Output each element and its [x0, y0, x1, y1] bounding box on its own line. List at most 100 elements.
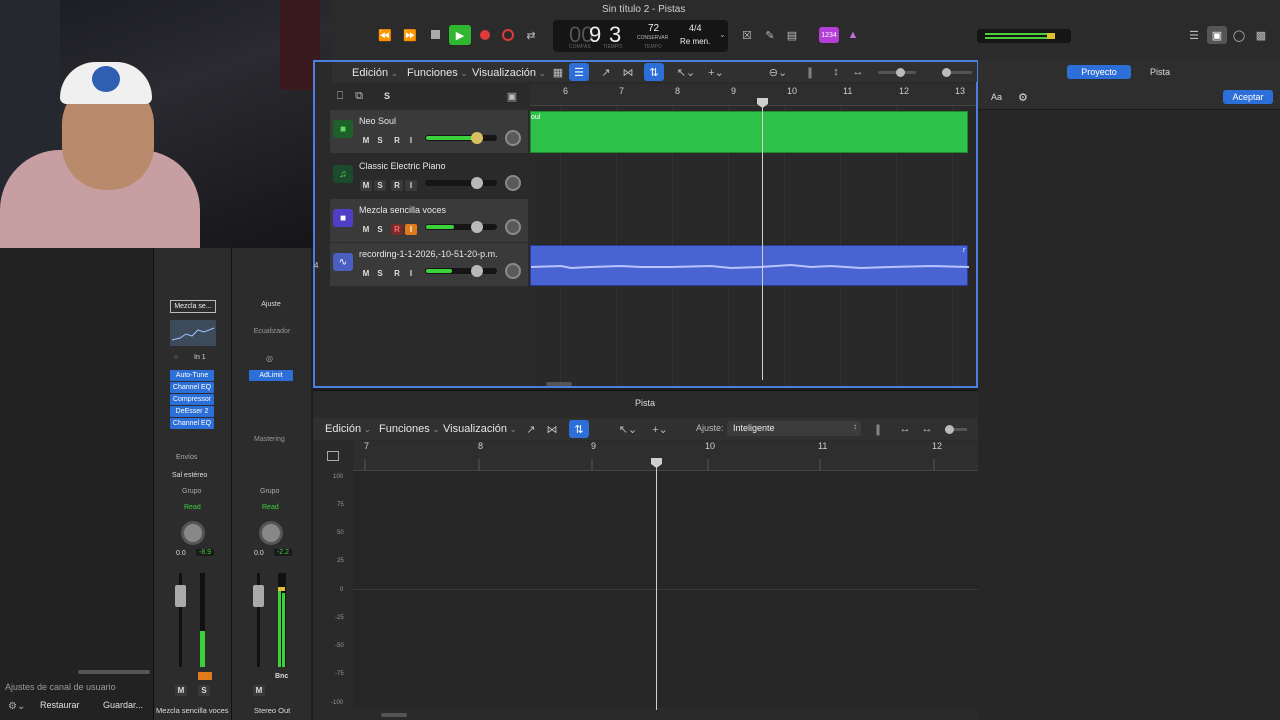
tracks-ruler[interactable]: [530, 84, 976, 106]
zoom-arrows-icon[interactable]: ↔: [917, 420, 937, 438]
record-button[interactable]: R: [391, 268, 403, 279]
play-button[interactable]: ▶: [449, 25, 471, 45]
browser-icon[interactable]: ▩: [1251, 26, 1271, 44]
track-volume-fader[interactable]: [425, 265, 497, 277]
editor-functions-menu[interactable]: Funciones: [379, 423, 440, 435]
capture-record-icon[interactable]: [502, 29, 514, 41]
tracks-minus-icon[interactable]: ⎕: [330, 87, 350, 105]
cycle-icon[interactable]: ⇄: [521, 26, 541, 44]
waveform-zoom-icon[interactable]: ∥: [800, 63, 820, 81]
catch-icon[interactable]: ⇅: [644, 63, 664, 81]
snap-select[interactable]: Inteligente ↕: [727, 421, 861, 436]
duplicate-track-icon[interactable]: ⧉: [349, 87, 369, 105]
eq-thumbnail[interactable]: [170, 320, 216, 346]
zoom-slider[interactable]: [945, 425, 967, 434]
mute-button[interactable]: M: [360, 268, 372, 279]
metronome-icon[interactable]: ▲: [843, 26, 863, 44]
record-button[interactable]: R: [391, 180, 403, 191]
rewind-icon[interactable]: ⏪: [375, 26, 395, 44]
add-track-icon[interactable]: ▣: [502, 87, 522, 105]
record-enable-chip[interactable]: [198, 672, 212, 680]
fader-cap[interactable]: [175, 585, 186, 607]
track-pan-knob[interactable]: [505, 219, 521, 235]
playhead[interactable]: [762, 98, 763, 380]
track-row-vocal[interactable]: ■ Mezcla sencilla voces M S R I: [330, 199, 528, 243]
eq-slot[interactable]: Ecualizador: [246, 328, 298, 335]
functions-menu[interactable]: Funciones: [407, 67, 468, 79]
track-volume-fader[interactable]: [425, 221, 497, 233]
waveform-zoom-icon[interactable]: ∥: [868, 420, 888, 438]
editor-scrollbar[interactable]: [381, 713, 407, 717]
track-pan-knob[interactable]: [505, 175, 521, 191]
automation-icon[interactable]: ↗: [596, 63, 616, 81]
balance-knob[interactable]: [259, 521, 283, 545]
input-label[interactable]: In 1: [194, 354, 206, 361]
horizontal-zoom-slider[interactable]: [942, 68, 972, 77]
add-tool-icon[interactable]: +⌄: [706, 63, 726, 81]
track-pan-knob[interactable]: [505, 130, 521, 146]
strip-setting-button[interactable]: Ajuste: [248, 301, 294, 313]
inspector-toggle-icon[interactable]: ▣: [1207, 26, 1227, 44]
automation-mode[interactable]: Read: [184, 504, 201, 511]
track-volume-fader[interactable]: [425, 177, 497, 189]
vertical-zoom-slider[interactable]: [878, 68, 916, 77]
stop-button[interactable]: [431, 30, 440, 39]
bounce-button[interactable]: Bnc: [275, 673, 288, 680]
volume-fader[interactable]: [252, 573, 266, 667]
replace-icon[interactable]: ☒: [737, 26, 757, 44]
flex-icon[interactable]: ⋈: [542, 420, 562, 438]
fader-cap[interactable]: [253, 585, 264, 607]
lcd-display[interactable]: 00 9 3 COMPÁS TIEMPO 72 CONSERVAR TEMPO …: [553, 20, 728, 52]
link-icon[interactable]: ◎: [266, 354, 273, 363]
settings-gear-icon[interactable]: ⚙: [1018, 91, 1028, 104]
region-neo-soul[interactable]: oul: [530, 111, 968, 153]
track-pan-knob[interactable]: [505, 263, 521, 279]
automation-mode[interactable]: Read: [262, 504, 279, 511]
view-menu[interactable]: Visualización: [472, 67, 546, 79]
solo-button[interactable]: S: [374, 268, 386, 279]
list-icon[interactable]: ☰: [1184, 26, 1204, 44]
lcd-dropdown-icon[interactable]: ⌄: [719, 30, 726, 39]
output-button[interactable]: Sal estéreo: [172, 472, 207, 479]
automation-icon[interactable]: ↗: [521, 420, 541, 438]
mute-button[interactable]: M: [360, 135, 372, 146]
pointer-tool-icon[interactable]: ↖⌄: [676, 63, 696, 81]
tab-project[interactable]: Proyecto: [1067, 65, 1131, 79]
tab-track[interactable]: Pista: [1138, 65, 1182, 79]
editor-view-menu[interactable]: Visualización: [443, 423, 517, 435]
flex-icon[interactable]: ⋈: [618, 63, 638, 81]
list-edit-icon[interactable]: ▤: [782, 26, 802, 44]
solo-button[interactable]: S: [374, 224, 386, 235]
vertical-zoom-icon[interactable]: ↕: [826, 63, 846, 81]
list-view-icon[interactable]: ☰: [569, 63, 589, 81]
forward-icon[interactable]: ⏩: [400, 26, 420, 44]
loop-browser-icon[interactable]: ◯: [1229, 26, 1249, 44]
track-volume-fader[interactable]: [425, 132, 497, 144]
save-button[interactable]: Guardar...: [103, 700, 143, 710]
editor-grid[interactable]: [353, 471, 978, 707]
mastering-label[interactable]: Mastering: [254, 436, 285, 443]
plugin-slot[interactable]: DeEsser 2: [170, 406, 214, 417]
editor-edit-menu[interactable]: Edición: [325, 423, 371, 435]
plugin-slot[interactable]: Channel EQ: [170, 418, 214, 429]
editor-ruler[interactable]: [353, 441, 978, 471]
font-button[interactable]: Aa: [991, 92, 1002, 102]
grid-icon[interactable]: ▦: [548, 63, 568, 81]
horizontal-fit-icon[interactable]: ↔: [848, 63, 868, 81]
input-monitor-button[interactable]: I: [405, 224, 417, 235]
input-monitor-button[interactable]: I: [405, 268, 417, 279]
left-scrollbar[interactable]: [78, 670, 150, 674]
accept-button[interactable]: Aceptar: [1223, 90, 1273, 104]
restore-button[interactable]: Restaurar: [40, 700, 80, 710]
record-button[interactable]: R: [391, 135, 403, 146]
catch-icon[interactable]: ⇅: [569, 420, 589, 438]
track-name[interactable]: Classic Electric Piano: [359, 161, 446, 171]
count-in-button[interactable]: 1234: [819, 27, 839, 43]
mute-button[interactable]: M: [360, 224, 372, 235]
plugin-slot[interactable]: Compressor: [170, 394, 214, 405]
strip-setting-button[interactable]: Mezcla se...: [170, 300, 216, 313]
snap-icon[interactable]: ⊖⌄: [768, 63, 788, 81]
volume-fader[interactable]: [174, 573, 188, 667]
solo-button[interactable]: S: [374, 180, 386, 191]
track-name[interactable]: recording-1-1-2026,-10-51-20-p.m.: [359, 249, 498, 259]
